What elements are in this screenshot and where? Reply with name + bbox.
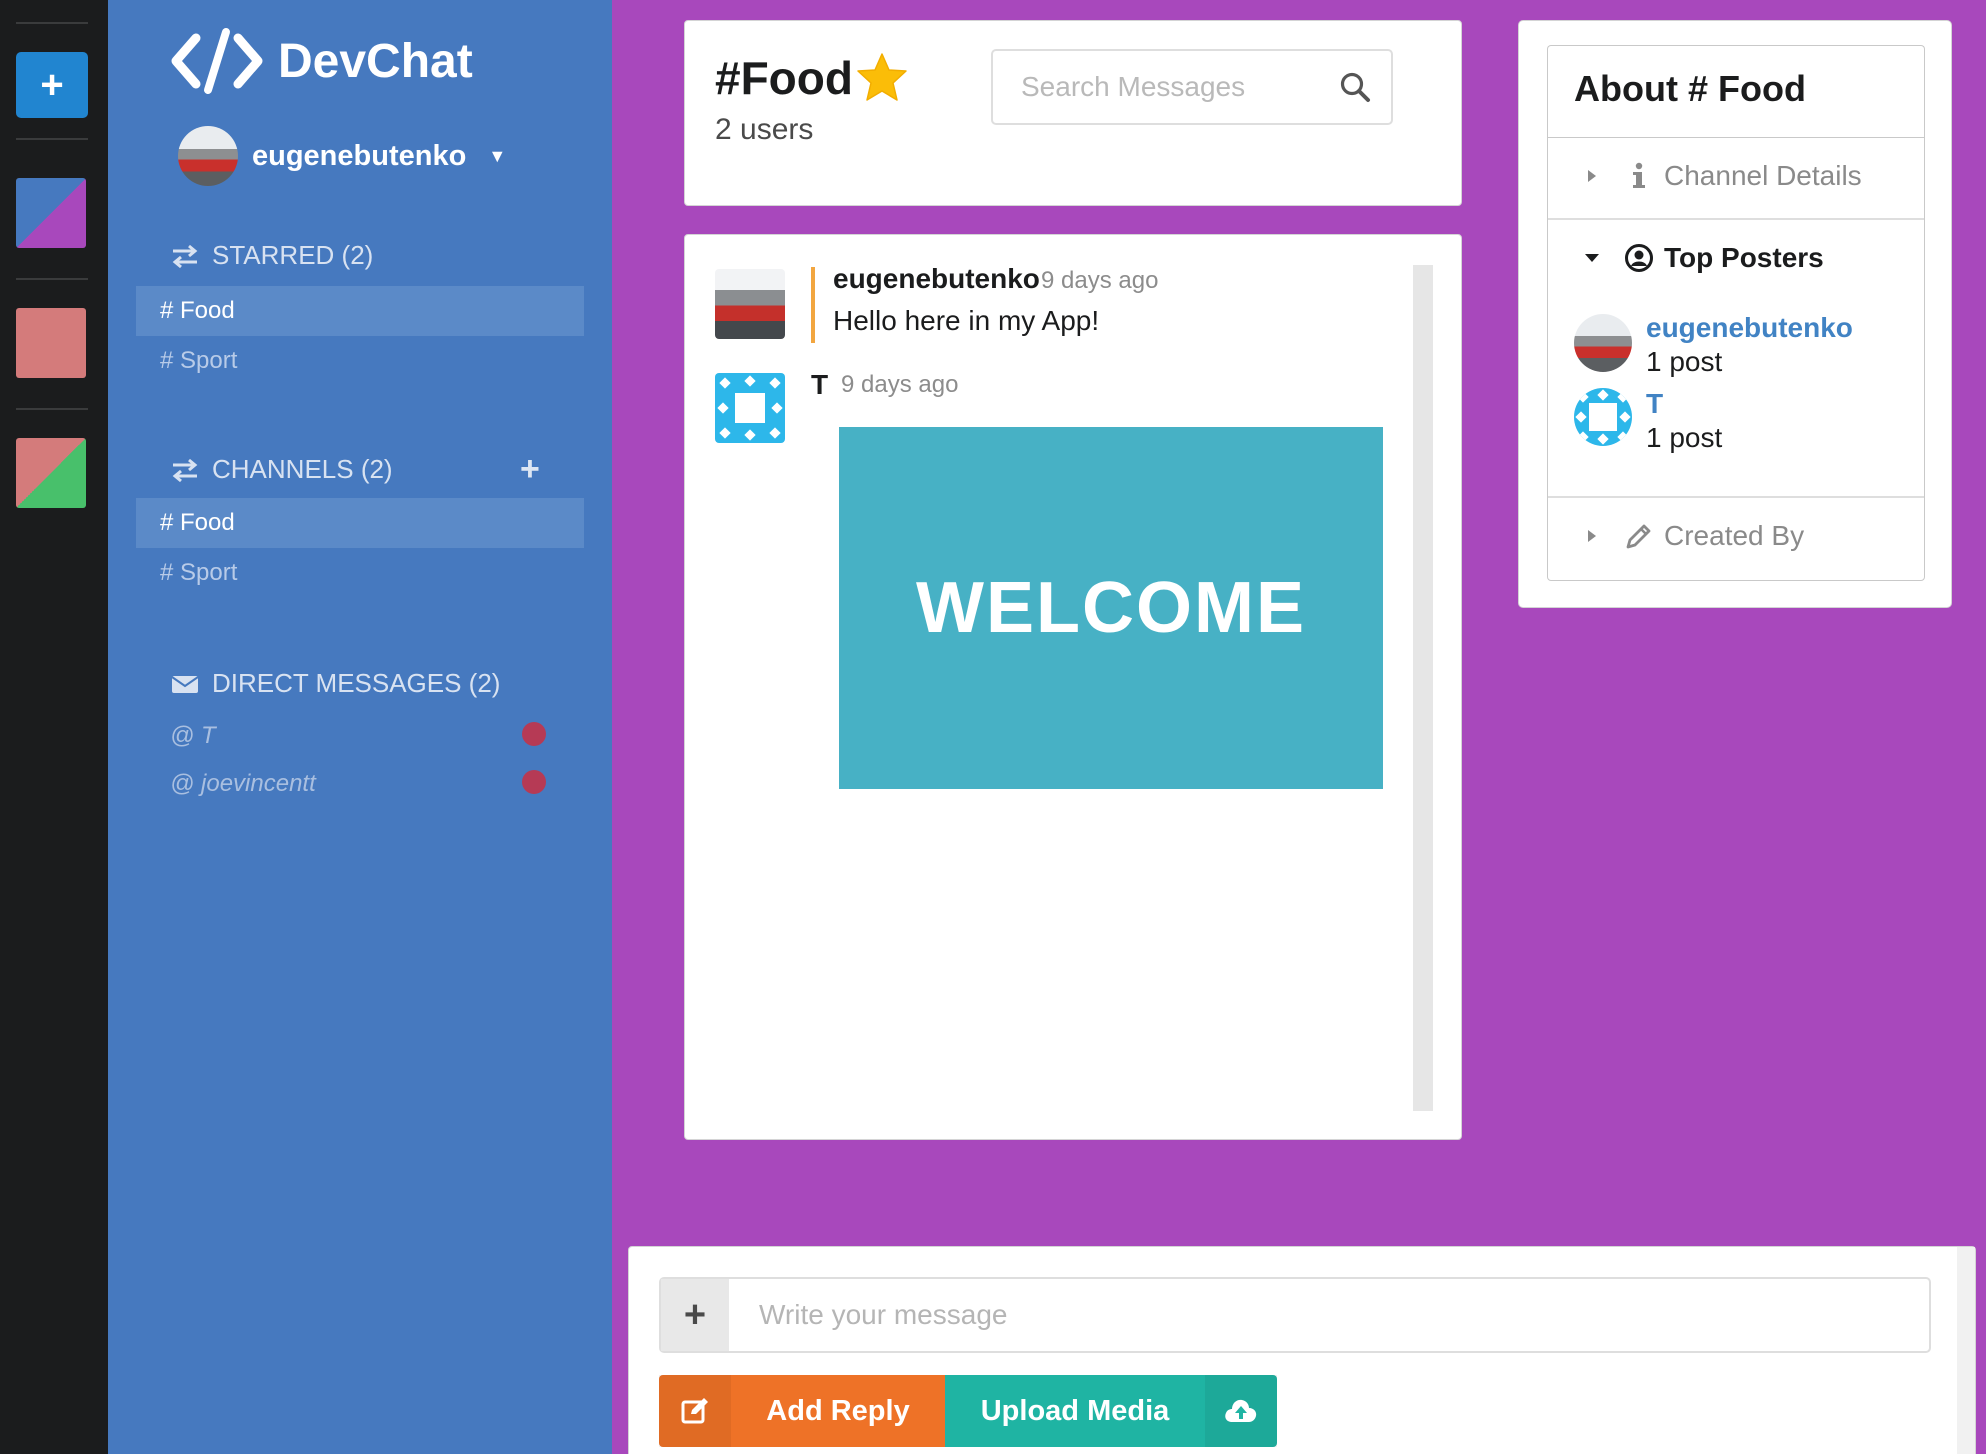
offline-status-dot [522,770,546,794]
direct-messages-heading: DIRECT MESSAGES (2) [170,668,500,699]
color-swatch-2[interactable] [16,308,86,378]
poster-name[interactable]: eugenebutenko [1646,312,1853,344]
created-by-toggle[interactable]: Created By [1584,520,1804,552]
add-reply-button[interactable]: Add Reply [659,1375,945,1447]
channel-item-food[interactable]: # Food [136,498,584,548]
channel-name: #Food [715,52,853,104]
message-image: WELCOME [839,427,1383,789]
exchange-icon [172,458,198,482]
channel-details-toggle[interactable]: Channel Details [1584,160,1862,192]
channel-title: #Food [715,51,909,105]
user-dropdown[interactable]: eugenebutenko ▼ [178,126,506,186]
caret-down-icon: ▼ [488,145,507,166]
add-color-button[interactable]: + [16,52,88,118]
created-by-label: Created By [1664,520,1805,551]
channels-heading: CHANNELS (2) [170,454,393,485]
app-name: DevChat [278,34,473,88]
meta-title: About # Food [1574,68,1806,109]
starred-heading-label: STARRED (2) [212,240,374,270]
offline-status-dot [522,722,546,746]
channels-heading-label: CHANNELS (2) [212,454,393,484]
starred-heading: STARRED (2) [170,240,373,271]
caret-right-icon [1588,530,1596,542]
color-panel: + [0,0,108,1454]
poster-avatar [1574,314,1632,372]
poster-avatar [1574,388,1632,446]
message-timestamp: 9 days ago [1041,267,1159,294]
dm-item-joevincentt[interactable]: @ joevincentt [170,770,316,798]
cloud-upload-icon [1205,1375,1277,1447]
color-swatch-3[interactable] [16,438,86,508]
search-box [991,49,1393,125]
add-channel-icon[interactable]: + [520,450,540,489]
color-swatch-1[interactable] [16,178,86,248]
caret-right-icon [1588,170,1596,182]
upload-media-button[interactable]: Upload Media [945,1375,1277,1447]
channel-item-sport[interactable]: # Sport [136,548,584,598]
mail-icon [171,675,199,693]
message-avatar [715,269,785,339]
exchange-icon [172,244,198,268]
search-input[interactable] [993,51,1333,123]
dm-item-t[interactable]: @ T [170,722,216,750]
message-input[interactable] [729,1279,1929,1351]
channel-user-count: 2 users [715,113,814,146]
starred-item-sport[interactable]: # Sport [136,336,584,386]
message-input-group: + [659,1277,1931,1353]
poster-name[interactable]: T [1646,388,1663,420]
starred-item-food[interactable]: # Food [136,286,584,336]
poster-post-count: 1 post [1646,346,1723,377]
message-text: Hello here in my App! [833,305,1100,336]
color-panel-divider [16,278,88,280]
message-timestamp: 9 days ago [841,371,959,398]
caret-down-icon [1585,254,1599,262]
add-reply-label: Add Reply [766,1394,910,1427]
color-panel-divider [16,138,88,140]
app-brand: DevChat [170,26,473,96]
message-author: eugenebutenko [833,263,1040,294]
direct-messages-heading-label: DIRECT MESSAGES (2) [212,668,501,698]
meta-panel: About # Food Channel Details Top Posters… [1518,20,1952,608]
info-icon [1633,162,1645,188]
message-author: T [811,369,829,400]
user-avatar [178,126,238,186]
side-panel: DevChat eugenebutenko ▼ STARRED (2) # Fo… [108,0,612,1454]
top-posters-label: Top Posters [1664,242,1824,273]
message-avatar [715,373,785,443]
channel-details-label: Channel Details [1664,160,1862,191]
own-message-indicator [811,267,815,343]
messages-list: eugenebutenko 9 days ago Hello here in m… [684,234,1462,1140]
message-form: + Add Reply Upload Media [628,1246,1976,1454]
plus-icon: + [40,63,64,107]
messages-header: #Food 2 users [684,20,1462,206]
user-name: eugenebutenko [252,139,467,172]
meta-title-box: About # Food [1547,45,1925,137]
add-attachment-icon[interactable]: + [661,1279,729,1351]
meta-accordion: Channel Details Top Posters eugenebutenk… [1547,137,1925,581]
accordion-divider [1548,496,1924,498]
star-icon[interactable] [855,51,909,105]
upload-media-label: Upload Media [980,1394,1170,1427]
pencil-icon [1626,524,1651,549]
edit-icon [659,1375,731,1447]
code-icon [171,28,263,94]
poster-post-count: 1 post [1646,422,1723,453]
color-panel-divider [16,22,88,24]
user-circle-icon [1625,244,1653,272]
search-icon[interactable] [1339,71,1371,103]
top-posters-toggle[interactable]: Top Posters [1584,242,1824,274]
color-panel-divider [16,408,88,410]
accordion-divider [1548,218,1924,220]
scrollbar[interactable] [1413,265,1433,1111]
scrollbar[interactable] [1957,1247,1975,1454]
